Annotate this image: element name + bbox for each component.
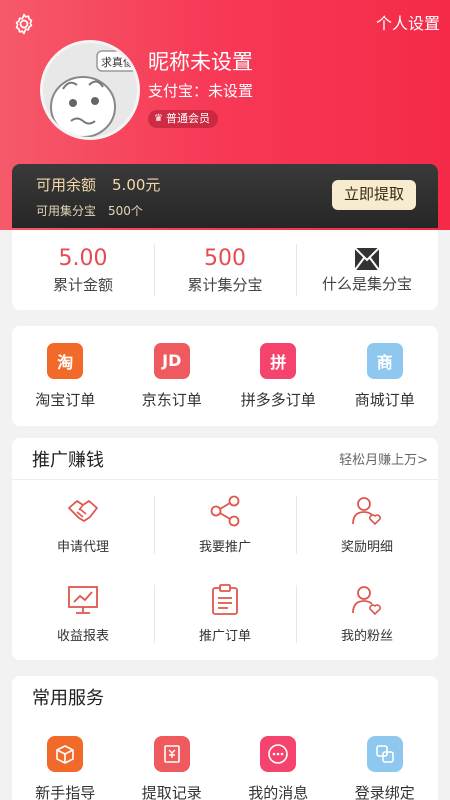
- my-fans-item[interactable]: 我的粉丝: [296, 569, 438, 658]
- promotion-orders-label: 推广订单: [198, 629, 251, 644]
- withdraw-button[interactable]: 立即提取: [332, 180, 416, 210]
- alipay-account: 支付宝：未设置: [148, 82, 254, 100]
- my-messages-label: 我的消息: [248, 784, 309, 800]
- promotion-title: 推广赚钱: [32, 449, 104, 471]
- available-balance-label: 可用余额: [36, 176, 97, 194]
- promote-item[interactable]: 我要推广: [154, 480, 296, 569]
- total-points-value: 500: [204, 245, 246, 271]
- gear-icon[interactable]: [12, 12, 36, 36]
- total-points-label: 累计集分宝: [187, 275, 263, 294]
- reward-detail-item[interactable]: 奖励明细: [296, 480, 438, 569]
- points-label: 可用集分宝: [36, 204, 97, 218]
- what-is-points-stat[interactable]: 什么是集分宝: [296, 230, 438, 310]
- login-binding-label: 登录绑定: [354, 784, 415, 800]
- fans-icon: [352, 586, 381, 616]
- order-label: 京东订单: [141, 390, 202, 409]
- order-pinduoduo[interactable]: 拼 拼多多订单: [225, 342, 332, 410]
- my-messages-item[interactable]: 我的消息: [225, 736, 332, 800]
- chart-board-icon: [68, 586, 98, 614]
- apply-agent-item[interactable]: 申请代理: [12, 480, 154, 569]
- withdraw-record-icon: [153, 736, 190, 772]
- member-badge: ♛ 普通会员: [148, 110, 218, 128]
- order-jd[interactable]: JD 京东订单: [119, 342, 226, 410]
- order-taobao[interactable]: 淘 淘宝订单: [12, 342, 119, 410]
- nickname: 昵称未设置: [148, 50, 253, 74]
- income-report-item[interactable]: 收益报表: [12, 569, 154, 658]
- personal-settings-link[interactable]: 个人设置: [376, 10, 440, 34]
- withdraw-record-item[interactable]: 提取记录: [119, 736, 226, 800]
- mall-icon: 商: [366, 342, 403, 379]
- member-badge-label: 普通会员: [165, 112, 210, 125]
- bind-icon: [366, 736, 403, 772]
- total-points-stat[interactable]: 500 累计集分宝: [154, 230, 296, 310]
- login-binding-item[interactable]: 登录绑定: [332, 736, 439, 800]
- total-amount-value: 5.00: [58, 245, 108, 271]
- services-section: 常用服务 新手指导 提取记录 我的消息 登录绑定: [12, 676, 438, 800]
- beginner-guide-label: 新手指导: [35, 784, 96, 800]
- pinduoduo-icon: 拼: [260, 342, 297, 379]
- promotion-section: 推广赚钱 轻松月赚上万> 申请代理 我要推广 奖励明细 收益报表 推广订单 我的…: [12, 438, 438, 660]
- my-fans-label: 我的粉丝: [340, 629, 393, 644]
- share-icon: [210, 495, 240, 527]
- order-label: 商城订单: [354, 390, 415, 409]
- envelope-icon: [354, 246, 380, 271]
- withdraw-record-label: 提取记录: [141, 784, 202, 800]
- promotion-orders-item[interactable]: 推广订单: [154, 569, 296, 658]
- avatar-bubble-text: 求真像: [101, 55, 134, 69]
- income-report-label: 收益报表: [56, 629, 109, 644]
- message-icon: [260, 736, 297, 772]
- reward-detail-label: 奖励明细: [340, 540, 393, 555]
- available-balance-amount: 5.00元: [112, 176, 161, 194]
- taobao-icon: 淘: [47, 342, 84, 379]
- avatar[interactable]: 求真像: [40, 40, 140, 140]
- services-title: 常用服务: [32, 688, 104, 709]
- promotion-more-link[interactable]: 轻松月赚上万>: [339, 449, 428, 468]
- balance-card: 可用余额 5.00元 可用集分宝 500个 立即提取: [12, 164, 438, 228]
- jd-icon: JD: [153, 342, 190, 379]
- apply-agent-label: 申请代理: [56, 540, 109, 555]
- order-mall[interactable]: 商 商城订单: [332, 342, 439, 410]
- user-heart-icon: [352, 497, 381, 526]
- orders-card: 淘 淘宝订单 JD 京东订单 拼 拼多多订单 商 商城订单: [12, 326, 438, 426]
- promote-label: 我要推广: [198, 540, 251, 555]
- total-amount-stat[interactable]: 5.00 累计金额: [12, 230, 154, 310]
- clipboard-icon: [212, 584, 238, 615]
- crown-icon: ♛: [154, 113, 163, 124]
- gift-box-icon: [47, 736, 84, 772]
- order-label: 淘宝订单: [35, 390, 96, 409]
- stats-card: 5.00 累计金额 500 累计集分宝 什么是集分宝: [12, 230, 438, 310]
- beginner-guide-item[interactable]: 新手指导: [12, 736, 119, 800]
- points-amount: 500个: [108, 204, 143, 218]
- order-label: 拼多多订单: [240, 390, 316, 409]
- what-is-points-label: 什么是集分宝: [321, 274, 412, 293]
- total-amount-label: 累计金额: [52, 275, 113, 294]
- handshake-icon: [68, 500, 98, 522]
